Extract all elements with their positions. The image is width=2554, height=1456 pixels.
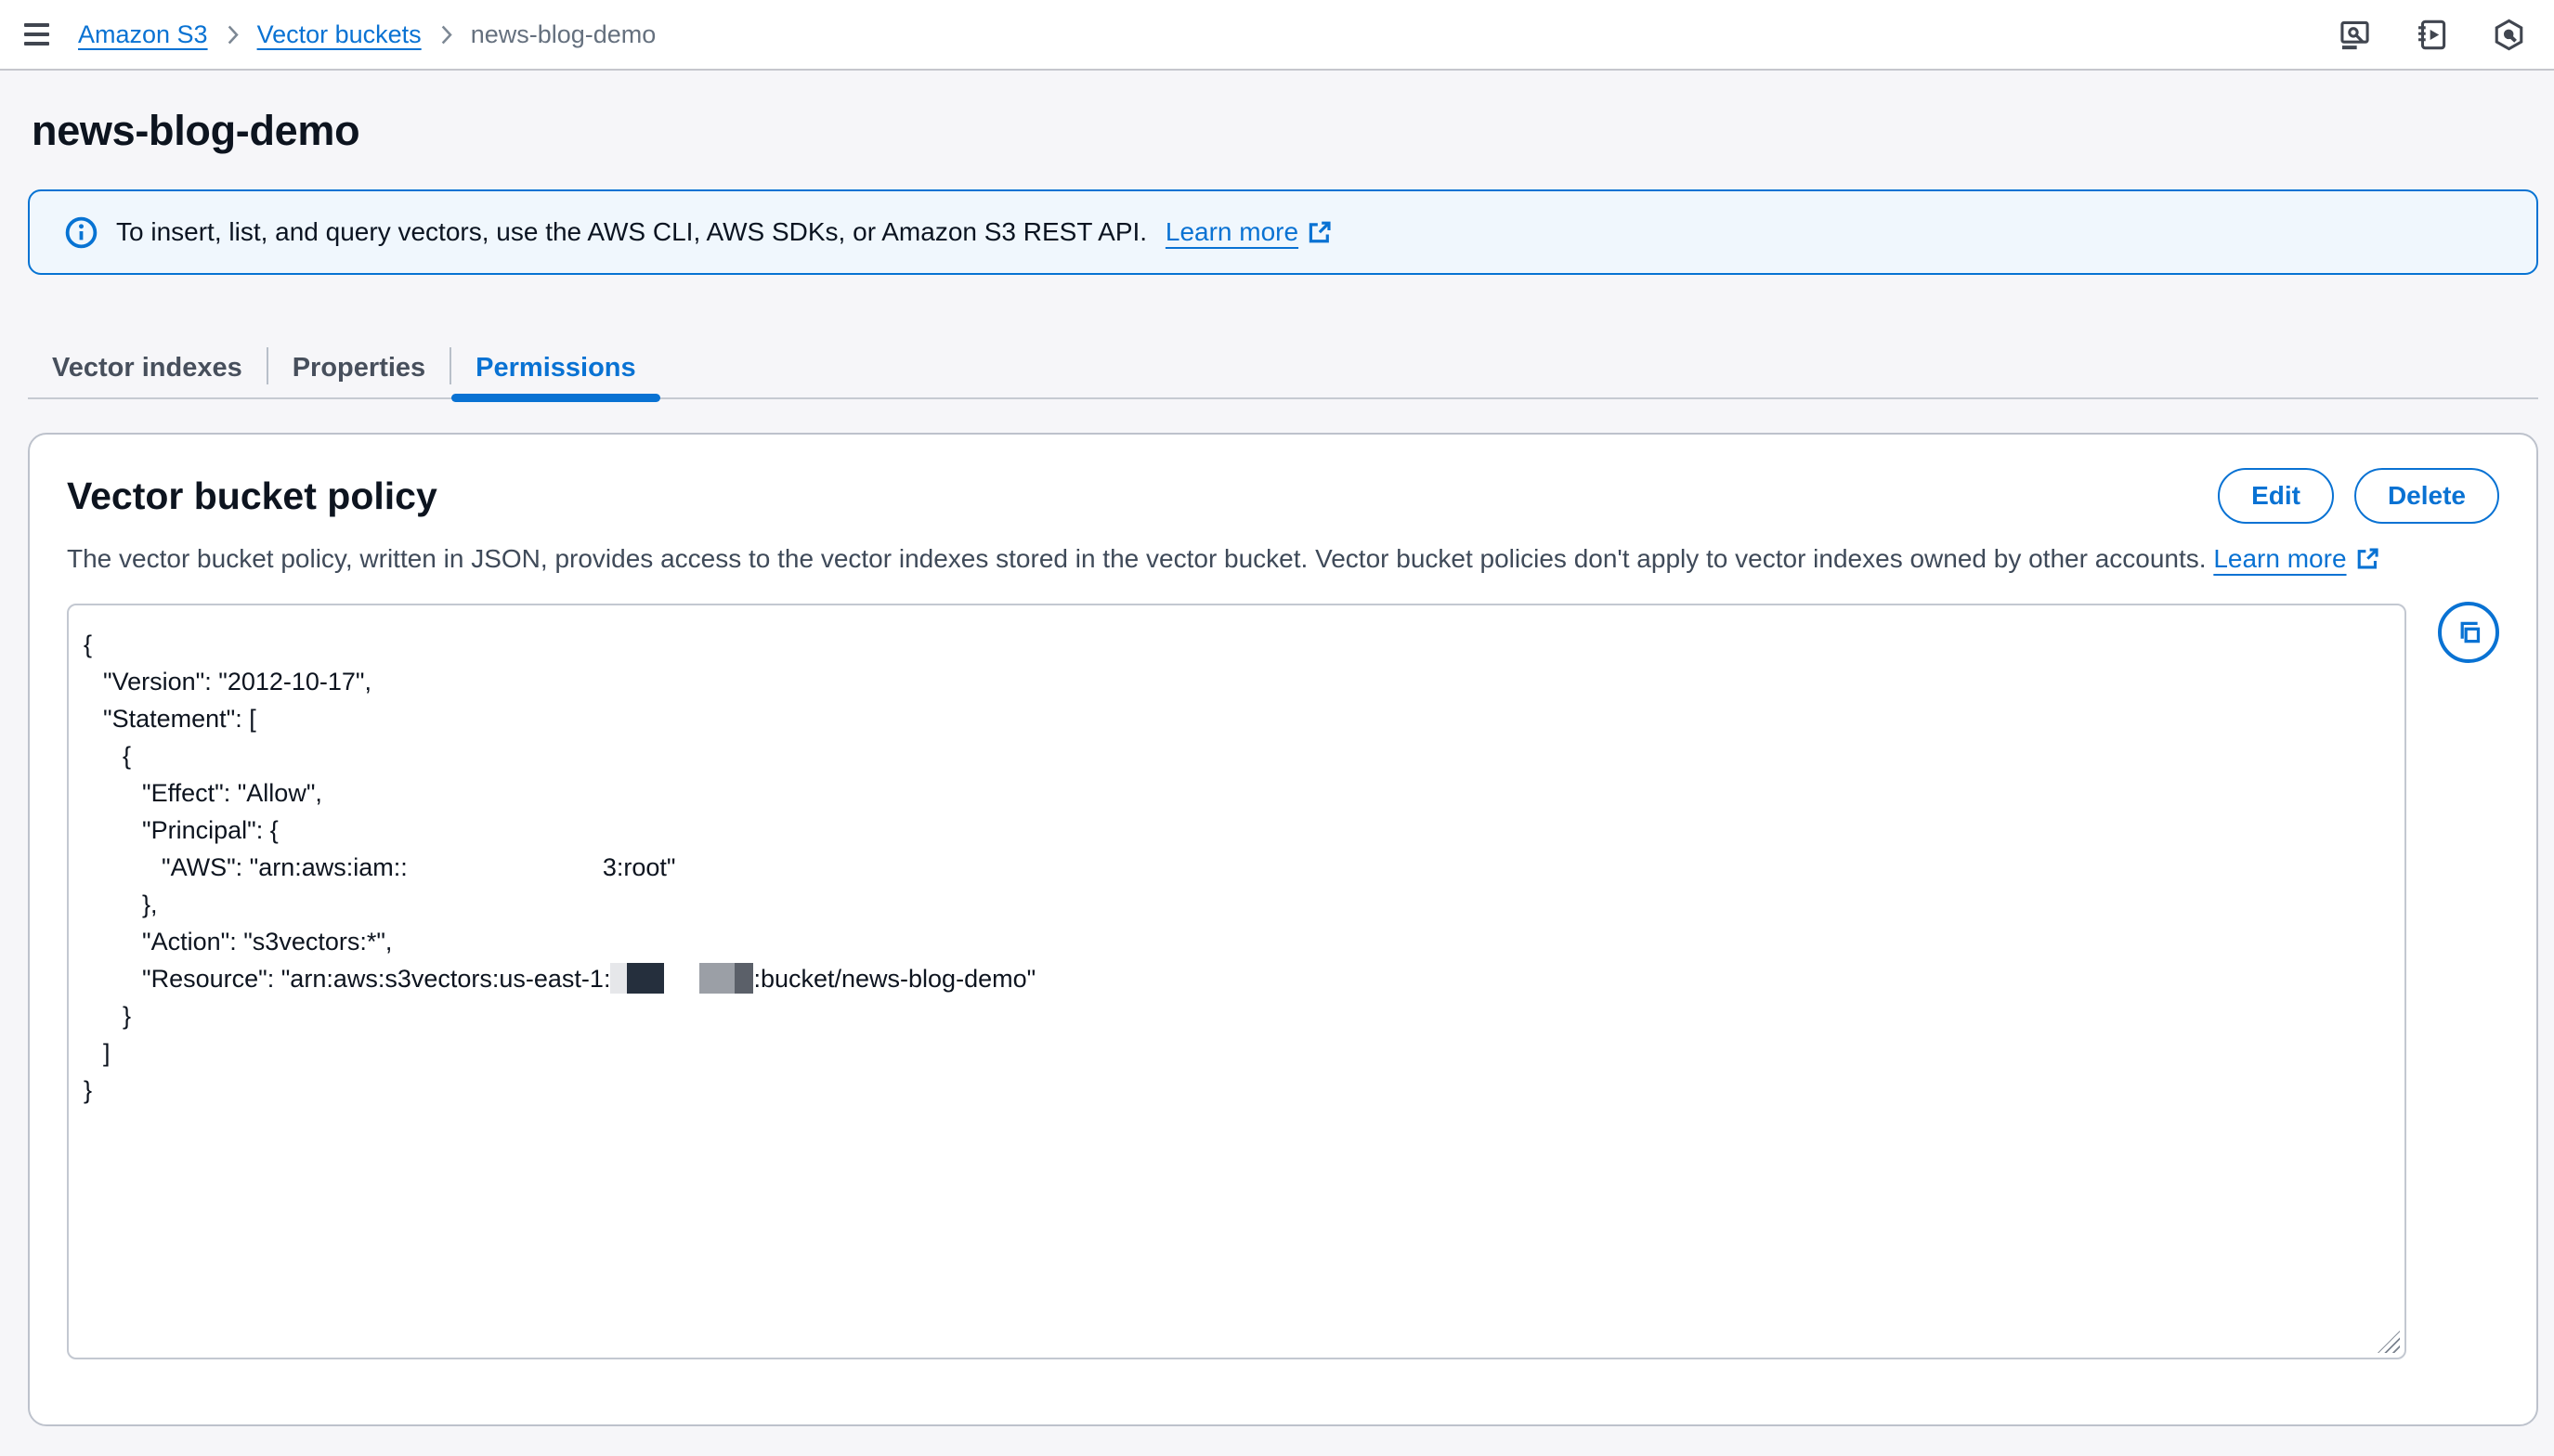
external-link-icon — [2355, 547, 2379, 571]
card-description-text: The vector bucket policy, written in JSO… — [67, 544, 2213, 573]
policy-code-line: "AWS": "arn:aws:iam::3:root" — [84, 849, 2390, 886]
copy-policy-button[interactable] — [2438, 602, 2499, 663]
redacted-account-id-block — [627, 963, 664, 994]
resize-handle[interactable] — [2378, 1331, 2400, 1353]
policy-code-line: } — [84, 1072, 2390, 1109]
tab-list: Vector indexesPropertiesPermissions — [28, 338, 2538, 399]
policy-json-textarea[interactable]: {"Version": "2012-10-17","Statement": [{… — [67, 604, 2406, 1359]
vector-bucket-policy-card: Vector bucket policy Edit Delete The vec… — [28, 433, 2538, 1426]
tab-permissions[interactable]: Permissions — [451, 338, 659, 397]
card-header: Vector bucket policy Edit Delete — [67, 468, 2499, 524]
cloudshell-tools-icon[interactable] — [2338, 18, 2372, 52]
policy-learn-more-link[interactable]: Learn more — [2213, 542, 2378, 576]
policy-code-line: } — [84, 997, 2390, 1034]
redacted-account-id-block — [699, 963, 735, 994]
banner-learn-more-link[interactable]: Learn more — [1166, 217, 1332, 247]
policy-code-line: { — [84, 626, 2390, 663]
breadcrumb-item: news-blog-demo — [471, 20, 657, 49]
tutorials-notebook-icon[interactable] — [2415, 18, 2449, 52]
policy-code-line: "Statement": [ — [84, 700, 2390, 737]
card-description: The vector bucket policy, written in JSO… — [67, 542, 2499, 576]
hamburger-menu-icon[interactable] — [24, 20, 52, 48]
redacted-account-id-block — [610, 963, 627, 994]
policy-code-line: "Action": "s3vectors:*", — [84, 923, 2390, 960]
policy-editor-row: {"Version": "2012-10-17","Statement": [{… — [67, 604, 2499, 1359]
card-title: Vector bucket policy — [67, 472, 437, 520]
redacted-account-id-block — [735, 963, 753, 994]
redacted-account-id-block — [664, 963, 699, 994]
policy-code-line: { — [84, 737, 2390, 774]
banner-text: To insert, list, and query vectors, use … — [116, 217, 1154, 247]
delete-button[interactable]: Delete — [2354, 468, 2499, 524]
info-icon — [65, 216, 98, 249]
breadcrumb-item[interactable]: Vector buckets — [257, 20, 422, 49]
breadcrumb-item[interactable]: Amazon S3 — [78, 20, 208, 49]
page-content: news-blog-demo To insert, list, and quer… — [0, 108, 2554, 1426]
edit-button[interactable]: Edit — [2218, 468, 2334, 524]
policy-code-line: "Effect": "Allow", — [84, 774, 2390, 812]
card-actions: Edit Delete — [2218, 468, 2499, 524]
amazon-q-icon[interactable] — [2492, 18, 2526, 52]
page-title: news-blog-demo — [32, 108, 2538, 154]
external-link-icon — [1307, 220, 1332, 245]
info-banner: To insert, list, and query vectors, use … — [28, 189, 2538, 275]
breadcrumb-separator-icon — [225, 24, 241, 46]
tab-vector-indexes[interactable]: Vector indexes — [28, 338, 267, 397]
tab-properties[interactable]: Properties — [268, 338, 450, 397]
policy-code-line: "Principal": { — [84, 812, 2390, 849]
policy-code-line: ] — [84, 1034, 2390, 1072]
topbar-icons — [2338, 18, 2530, 52]
policy-code-line: "Version": "2012-10-17", — [84, 663, 2390, 700]
policy-code-line: "Resource": "arn:aws:s3vectors:us-east-1… — [84, 960, 2390, 997]
policy-code-line: }, — [84, 886, 2390, 923]
breadcrumb-separator-icon — [438, 24, 454, 46]
top-navigation-bar: Amazon S3 Vector buckets news-blog-demo — [0, 0, 2554, 71]
breadcrumb: Amazon S3 Vector buckets news-blog-demo — [78, 20, 656, 49]
